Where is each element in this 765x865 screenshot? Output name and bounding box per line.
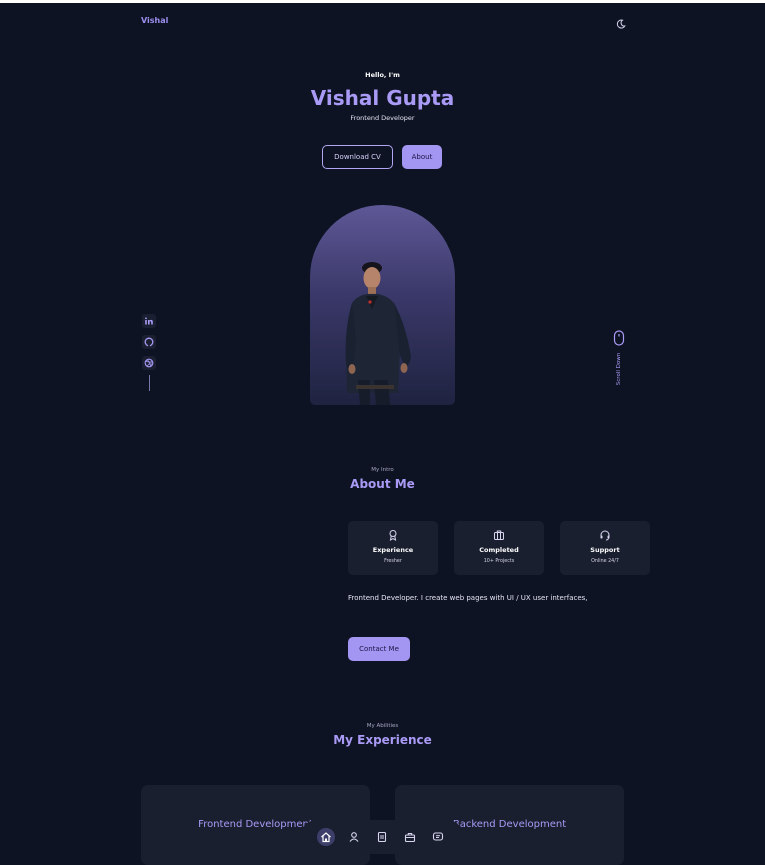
nav-about[interactable]: [345, 828, 363, 846]
card-subtitle: Online 24/7: [591, 559, 619, 564]
person-photo: [345, 262, 411, 405]
nav-home[interactable]: [317, 828, 335, 846]
home-icon: [321, 832, 331, 843]
card-title: Experience: [372, 546, 414, 554]
briefcase-icon: [494, 530, 504, 540]
award-icon: [389, 530, 397, 541]
profile-photo: [310, 205, 455, 405]
nav-contact[interactable]: [429, 828, 447, 846]
card-subtitle: Fresher: [384, 559, 402, 564]
top-strip: [0, 0, 765, 3]
card-title: Completed: [479, 546, 519, 554]
nav-portfolio[interactable]: [401, 828, 419, 846]
about-card-support: Support Online 24/7: [560, 521, 650, 575]
nav-resume[interactable]: [373, 828, 391, 846]
linkedin-icon[interactable]: [142, 314, 156, 328]
social-divider-line: [148, 375, 150, 391]
moon-icon[interactable]: [615, 15, 627, 29]
message-icon: [432, 832, 444, 841]
file-icon: [377, 831, 387, 843]
about-button[interactable]: About: [402, 145, 442, 169]
bottom-nav: [300, 820, 464, 854]
download-cv-button[interactable]: Download CV: [322, 145, 393, 169]
contact-me-button[interactable]: Contact Me: [348, 637, 410, 661]
card-title: Support: [590, 546, 620, 554]
hero-greeting: Hello, I'm: [365, 71, 400, 79]
experience-subtitle: My Abilities: [366, 723, 399, 729]
headset-icon: [600, 530, 610, 541]
about-description: Frontend Developer. I create web pages w…: [348, 594, 588, 602]
mouse-icon: [613, 330, 625, 346]
about-card-experience: Experience Fresher: [348, 521, 438, 575]
brand-logo[interactable]: Vishal: [141, 16, 168, 25]
briefcase-icon: [404, 833, 416, 843]
dribbble-icon[interactable]: [142, 356, 156, 370]
github-icon[interactable]: [142, 335, 156, 349]
card-subtitle: 10+ Projects: [483, 559, 515, 564]
social-links: [142, 314, 156, 391]
experience-title: My Experience: [333, 733, 432, 747]
about-subtitle: My Intro: [371, 467, 394, 473]
about-card-completed: Completed 10+ Projects: [454, 521, 544, 575]
hero-role: Frontend Developer: [350, 114, 415, 122]
hero-name: Vishal Gupta: [310, 86, 455, 110]
about-title: About Me: [350, 477, 415, 491]
scroll-down-label[interactable]: Scroll Down: [616, 353, 622, 385]
user-icon: [349, 832, 359, 842]
